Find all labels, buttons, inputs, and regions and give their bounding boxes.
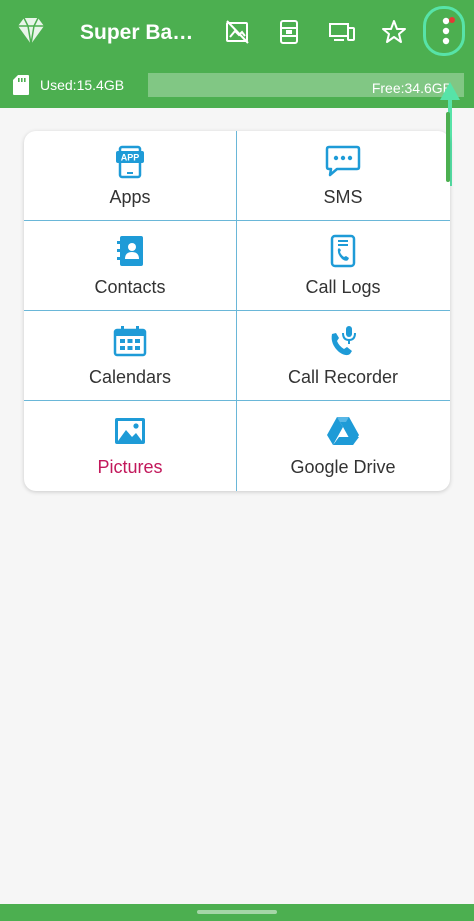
no-photo-icon (226, 20, 249, 44)
sd-card-icon (13, 75, 29, 95)
grid-item-label: Call Recorder (287, 367, 399, 387)
home-indicator[interactable] (197, 910, 277, 914)
grid-item-label: Pictures (97, 457, 163, 477)
sms-icon (325, 145, 361, 177)
grid-item-pictures[interactable]: Pictures (24, 401, 236, 490)
grid-item-label: Apps (109, 187, 151, 207)
scrollbar[interactable] (446, 112, 450, 182)
call-logs-icon (330, 234, 356, 268)
no-photo-button[interactable] (219, 14, 255, 50)
grid-item-sms[interactable]: SMS (237, 131, 449, 220)
app-icon: APP (116, 145, 144, 179)
grid-item-apps[interactable]: APP Apps (24, 131, 236, 220)
grid-item-label: Contacts (94, 277, 166, 297)
grid-item-calendars[interactable]: Calendars (24, 311, 236, 400)
more-options-button[interactable] (428, 13, 464, 49)
bottom-bar (0, 904, 474, 921)
contacts-icon (117, 236, 143, 266)
grid-item-call-logs[interactable]: Call Logs (237, 221, 449, 310)
devices-button[interactable] (324, 14, 360, 50)
grid-item-label: Call Logs (305, 277, 381, 297)
category-grid: APP Apps SMS Contacts Call Logs Calendar… (24, 131, 450, 491)
pictures-icon (115, 418, 145, 444)
free-storage-track: Free:34.6GB (148, 73, 464, 97)
more-vert-icon (442, 17, 455, 45)
favorite-button[interactable] (376, 14, 412, 50)
sim-card-icon (280, 20, 298, 44)
google-drive-icon (327, 417, 359, 445)
grid-item-call-recorder[interactable]: Call Recorder (237, 311, 449, 400)
devices-icon (329, 23, 355, 41)
grid-item-label: SMS (323, 187, 363, 207)
grid-item-label: Calendars (88, 367, 172, 387)
grid-item-label: Google Drive (290, 457, 396, 477)
grid-item-contacts[interactable]: Contacts (24, 221, 236, 310)
grid-item-google-drive[interactable]: Google Drive (237, 401, 449, 490)
diamond-logo-icon (18, 17, 44, 45)
star-icon (382, 20, 406, 43)
svg-text:APP: APP (121, 153, 140, 163)
app-title: Super Bac... (80, 21, 200, 44)
sim-card-button[interactable] (271, 14, 307, 50)
call-recorder-icon (331, 326, 356, 356)
used-storage-label: Used:15.4GB (40, 77, 125, 93)
calendar-icon (113, 326, 147, 357)
storage-bar: Used:15.4GB Free:34.6GB (0, 70, 474, 100)
app-bar: Super Bac... Used:15.4GB Free:34.6GB (0, 0, 474, 108)
